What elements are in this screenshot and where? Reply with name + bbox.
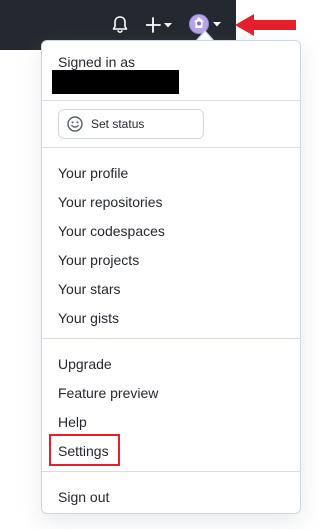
menu-item-your-repositories[interactable]: Your repositories (58, 193, 163, 211)
redacted-username (52, 70, 179, 94)
plus-icon (145, 17, 161, 33)
set-status-label: Set status (91, 117, 145, 131)
menu-item-your-gists[interactable]: Your gists (58, 309, 119, 327)
menu-item-help[interactable]: Help (58, 413, 87, 431)
chevron-down-icon (213, 22, 221, 27)
menu-item-feature-preview[interactable]: Feature preview (58, 384, 158, 402)
menu-item-your-projects[interactable]: Your projects (58, 251, 139, 269)
menu-item-sign-out[interactable]: Sign out (58, 488, 109, 506)
menu-item-your-codespaces[interactable]: Your codespaces (58, 222, 165, 240)
annotation-arrow-icon (234, 12, 298, 38)
signed-in-label: Signed in as (58, 54, 136, 70)
menu-item-your-profile[interactable]: Your profile (58, 164, 128, 182)
divider (42, 147, 300, 148)
chevron-down-icon (164, 23, 172, 28)
user-dropdown-menu: Signed in as Set status Your profile You… (41, 40, 301, 514)
divider (42, 338, 300, 339)
set-status-button[interactable]: Set status (58, 109, 204, 139)
menu-item-your-stars[interactable]: Your stars (58, 280, 121, 298)
divider (42, 100, 300, 101)
divider (42, 471, 300, 472)
create-new-button[interactable] (145, 14, 174, 36)
smiley-icon (67, 116, 83, 132)
settings-highlight-box (49, 434, 120, 466)
bell-icon[interactable] (111, 15, 129, 35)
menu-item-upgrade[interactable]: Upgrade (58, 355, 112, 373)
